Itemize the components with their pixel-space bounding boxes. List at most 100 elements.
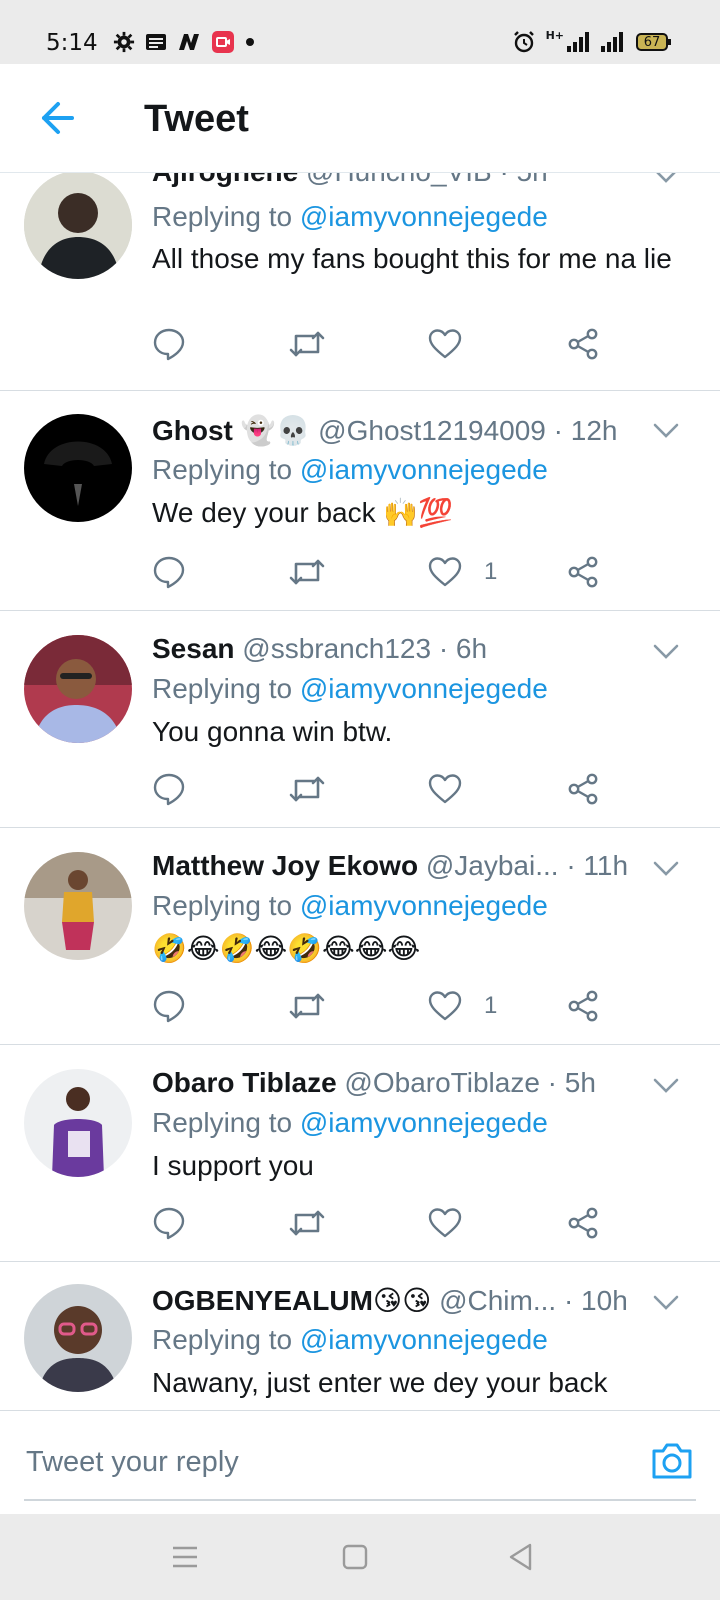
chevron-down-icon[interactable]: [652, 1294, 680, 1312]
comment-icon: [153, 1207, 185, 1240]
tweet-item[interactable]: Obaro Tiblaze @ObaroTiblaze · 5h Replyin…: [0, 1045, 720, 1262]
input-underline: [24, 1499, 696, 1501]
tweet-item[interactable]: Ghost 👻💀 @Ghost12194009 · 12h Replying t…: [0, 390, 720, 611]
battery-level: 67: [643, 34, 661, 50]
share-button[interactable]: [566, 324, 600, 364]
avatar[interactable]: [24, 414, 132, 522]
chevron-down-icon[interactable]: [652, 1077, 680, 1095]
status-time: 5:14: [46, 30, 98, 56]
tweet-header: Ajiroghene @Huncho_VIB · 5h: [152, 173, 680, 188]
tweet-time: · 5h: [547, 1067, 596, 1098]
author-handle[interactable]: @Chim...: [439, 1285, 556, 1316]
reply-input[interactable]: [24, 1439, 628, 1485]
screen-record-icon: [211, 30, 235, 54]
replying-label: Replying to: [152, 890, 293, 921]
reply-button[interactable]: [152, 324, 186, 364]
author-name[interactable]: Ghost 👻💀: [152, 415, 310, 446]
heart-icon: [428, 991, 462, 1021]
share-button[interactable]: [566, 986, 600, 1026]
battery-icon: 67: [636, 32, 672, 52]
share-icon: [568, 328, 598, 360]
avatar[interactable]: [24, 1284, 132, 1392]
chevron-down-icon[interactable]: [652, 860, 680, 878]
avatar[interactable]: [24, 173, 132, 279]
retweet-button[interactable]: [288, 986, 326, 1026]
heart-icon: [428, 1208, 462, 1238]
tweet-text: We dey your back 🙌💯: [152, 497, 454, 528]
tweet-header: Obaro Tiblaze @ObaroTiblaze · 5h: [152, 1067, 680, 1099]
reply-button[interactable]: [152, 769, 186, 809]
author-name[interactable]: Ajiroghene: [152, 173, 298, 187]
author-name[interactable]: Sesan: [152, 633, 235, 664]
like-button[interactable]: 1: [428, 552, 497, 592]
retweet-button[interactable]: [288, 324, 326, 364]
author-name[interactable]: Matthew Joy Ekowo: [152, 850, 418, 881]
system-nav-bar: [0, 1514, 720, 1600]
tweet-actions: [152, 1203, 622, 1243]
mention-link[interactable]: @iamyvonnejegede: [300, 1324, 548, 1355]
reply-button[interactable]: [152, 1203, 186, 1243]
avatar[interactable]: [24, 1069, 132, 1177]
author-handle[interactable]: @Huncho_VIB: [306, 173, 492, 187]
mention-link[interactable]: @iamyvonnejegede: [300, 201, 548, 232]
replying-label: Replying to: [152, 201, 293, 232]
heart-icon: [428, 774, 462, 804]
camera-icon[interactable]: [650, 1441, 694, 1481]
like-button[interactable]: 1: [428, 986, 497, 1026]
tweet-item[interactable]: Ajiroghene @Huncho_VIB · 5h Replying to …: [0, 173, 720, 391]
like-button[interactable]: [428, 324, 484, 364]
tweet-item[interactable]: Matthew Joy Ekowo @Jaybai... · 11h Reply…: [0, 828, 720, 1045]
like-button[interactable]: [428, 769, 484, 809]
author-name[interactable]: Obaro Tiblaze: [152, 1067, 337, 1098]
chevron-down-icon[interactable]: [652, 643, 680, 661]
like-button[interactable]: [428, 1203, 484, 1243]
share-button[interactable]: [566, 769, 600, 809]
share-icon: [568, 773, 598, 805]
tweet-text: 🤣😂🤣😂🤣😂😂😂: [152, 933, 421, 964]
share-button[interactable]: [566, 1203, 600, 1243]
retweet-button[interactable]: [288, 1203, 326, 1243]
avatar[interactable]: [24, 852, 132, 960]
retweet-button[interactable]: [288, 769, 326, 809]
back-triangle-icon[interactable]: [506, 1542, 536, 1572]
reply-feed: Ajiroghene @Huncho_VIB · 5h Replying to …: [0, 173, 720, 1410]
tweet-time: · 5h: [499, 173, 547, 187]
signal-icon: [600, 31, 626, 53]
network-type: H+: [545, 28, 564, 42]
replying-label: Replying to: [152, 1107, 293, 1138]
tweet-item[interactable]: OGBENYEALUM😘😘 @Chim... · 10h Replying to…: [0, 1262, 720, 1410]
share-icon: [568, 990, 598, 1022]
mention-link[interactable]: @iamyvonnejegede: [300, 673, 548, 704]
reply-button[interactable]: [152, 986, 186, 1026]
like-count: 1: [484, 558, 498, 585]
retweet-button[interactable]: [288, 552, 326, 592]
gear-icon: [113, 31, 135, 53]
reply-button[interactable]: [152, 552, 186, 592]
tweet-header: Matthew Joy Ekowo @Jaybai... · 11h: [152, 850, 680, 882]
avatar[interactable]: [24, 635, 132, 743]
tweet-header: Ghost 👻💀 @Ghost12194009 · 12h: [152, 414, 680, 447]
mention-link[interactable]: @iamyvonnejegede: [300, 454, 548, 485]
retweet-icon: [289, 776, 325, 802]
mention-link[interactable]: @iamyvonnejegede: [300, 1107, 548, 1138]
signal-icon: H+: [545, 28, 590, 53]
tweet-actions: [152, 324, 622, 364]
mention-link[interactable]: @iamyvonnejegede: [300, 890, 548, 921]
replying-to: Replying to @iamyvonnejegede: [152, 1107, 548, 1139]
chevron-down-icon[interactable]: [652, 422, 680, 440]
menu-icon[interactable]: [170, 1542, 200, 1572]
arrow-left-icon[interactable]: [36, 98, 76, 138]
author-handle[interactable]: @ObaroTiblaze: [344, 1067, 539, 1098]
author-handle[interactable]: @Ghost12194009: [318, 415, 546, 446]
tweet-item[interactable]: Sesan @ssbranch123 · 6h Replying to @iam…: [0, 611, 720, 828]
tweet-text: Nawany, just enter we dey your back: [152, 1367, 608, 1398]
author-handle[interactable]: @ssbranch123: [242, 633, 431, 664]
author-handle[interactable]: @Jaybai...: [426, 850, 559, 881]
comment-icon: [153, 773, 185, 806]
replying-to: Replying to @iamyvonnejegede: [152, 673, 548, 705]
chevron-down-icon[interactable]: [652, 173, 680, 185]
share-button[interactable]: [566, 552, 600, 592]
author-name[interactable]: OGBENYEALUM😘😘: [152, 1285, 431, 1316]
page-title: Tweet: [144, 98, 249, 140]
home-square-icon[interactable]: [340, 1542, 370, 1572]
